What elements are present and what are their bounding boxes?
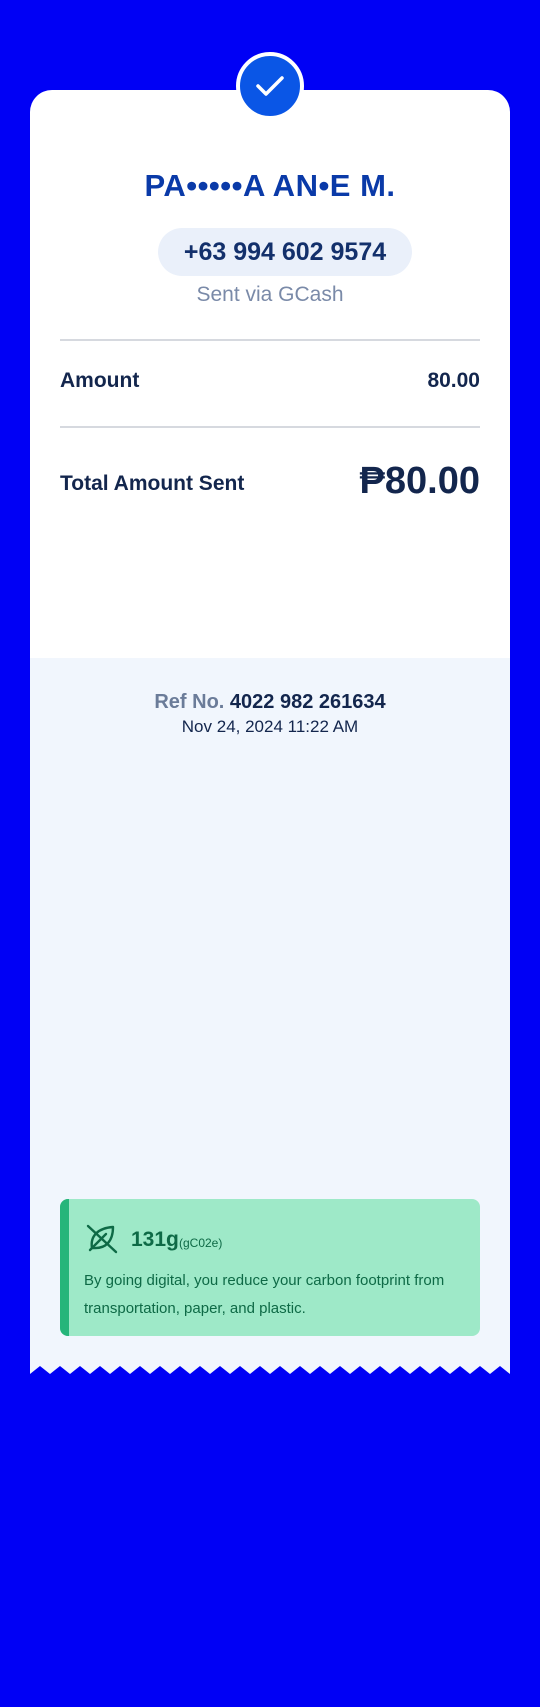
total-label: Total Amount Sent: [60, 472, 245, 495]
check-icon: [256, 76, 284, 96]
total-value: ₱80.00: [359, 460, 480, 502]
carbon-footprint-card: 131g (gC02e) By going digital, you reduc…: [60, 1199, 480, 1336]
reference-number: 4022 982 261634: [229, 691, 386, 713]
divider-top: [60, 339, 480, 341]
reference-line: Ref No. 4022 982 261634: [30, 691, 510, 714]
recipient-phone: +63 994 602 9574: [158, 228, 412, 276]
recipient-phone-text: +63 994 602 9574: [183, 237, 387, 266]
receipt-zigzag-edge: [30, 1362, 510, 1374]
recipient-name: PA•••••A AN•E M.: [144, 168, 396, 203]
divider-bottom: [60, 426, 480, 428]
transaction-datetime: Nov 24, 2024 11:22 AM: [181, 717, 359, 736]
carbon-unit: (gC02e): [179, 1236, 223, 1250]
carbon-message: By going digital, you reduce your carbon…: [84, 1272, 445, 1317]
reference-label: Ref No.: [154, 691, 225, 713]
send-method: Sent via GCash: [196, 283, 344, 306]
carbon-amount: 131g: [131, 1228, 179, 1251]
carbon-card-accent: [60, 1199, 69, 1336]
amount-label: Amount: [60, 369, 140, 392]
success-check-badge: [236, 52, 304, 120]
amount-value: 80.00: [427, 369, 480, 392]
leaf-icon: [86, 1224, 118, 1254]
